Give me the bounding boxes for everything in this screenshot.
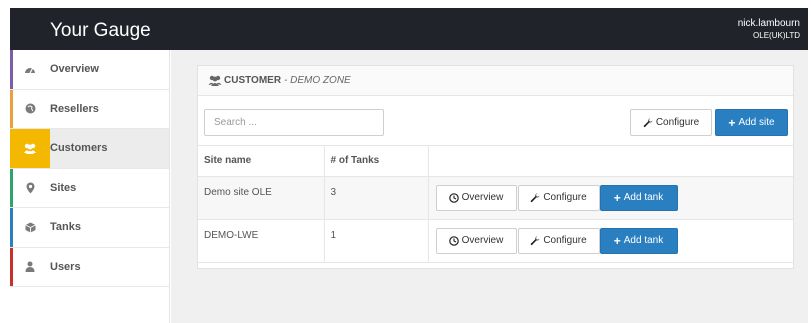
panel-toolbar: Configure + Add site xyxy=(198,96,793,146)
configure-label: Configure xyxy=(543,235,587,246)
sites-table: Site name # of Tanks Demo site OLE 3 Ove… xyxy=(198,146,793,263)
table-row: DEMO-LWE 1 Overview Configure + Add tank xyxy=(198,219,793,263)
plus-icon: + xyxy=(613,233,621,248)
add-tank-button[interactable]: + Add tank xyxy=(599,227,678,254)
sidebar-item-users[interactable]: Users xyxy=(10,247,169,287)
app-title[interactable]: Your Gauge xyxy=(50,20,151,42)
top-bar: Your Gauge nick.lambourn OLE(UK)LTD xyxy=(10,8,808,50)
configure-button[interactable]: Configure xyxy=(517,184,600,211)
configure-label: Configure xyxy=(655,117,700,128)
configure-button[interactable]: Configure xyxy=(630,109,712,136)
table-row: Demo site OLE 3 Overview Configure + Add… xyxy=(198,176,793,220)
column-header: Site name xyxy=(198,146,325,177)
app-window: Your Gauge nick.lambourn OLE(UK)LTD Over… xyxy=(0,0,811,323)
user-icon xyxy=(10,261,50,273)
column-header xyxy=(428,146,793,177)
wrench-icon xyxy=(530,192,540,203)
configure-label: Configure xyxy=(543,192,587,203)
column-header: # of Tanks xyxy=(324,146,429,177)
row-actions: Overview Configure + Add tank xyxy=(428,219,793,263)
cube-icon xyxy=(10,222,50,233)
tank-count-cell: 3 xyxy=(324,176,429,220)
user-name[interactable]: nick.lambourn xyxy=(738,18,800,30)
plus-icon: + xyxy=(728,115,736,130)
sidebar-item-customers[interactable]: Customers xyxy=(10,129,169,169)
sidebar-accent-bar xyxy=(10,129,13,168)
map-marker-icon xyxy=(10,182,50,194)
sidebar-accent-bar xyxy=(10,168,13,207)
main-content: CUSTOMER - DEMO ZONE Configure + Add sit… xyxy=(171,50,808,323)
users-icon xyxy=(10,129,50,168)
sidebar-item-label: Tanks xyxy=(50,221,81,234)
sidebar-accent-bar xyxy=(10,247,13,286)
search-input[interactable] xyxy=(204,109,384,136)
configure-button[interactable]: Configure xyxy=(517,227,600,254)
users-icon xyxy=(208,75,222,86)
row-actions: Overview Configure + Add tank xyxy=(428,176,793,220)
table-header-row: Site name # of Tanks xyxy=(198,146,793,177)
panel-subtitle: - DEMO ZONE xyxy=(284,75,351,86)
sidebar-item-overview[interactable]: Overview xyxy=(10,50,169,90)
site-name-cell: DEMO-LWE xyxy=(198,219,325,263)
sidebar-accent-bar xyxy=(10,50,13,89)
globe-icon xyxy=(10,103,50,114)
sidebar-item-resellers[interactable]: Resellers xyxy=(10,89,169,129)
site-name-cell: Demo site OLE xyxy=(198,176,325,220)
sidebar-item-label: Customers xyxy=(50,142,108,155)
overview-label: Overview xyxy=(461,235,504,246)
sidebar-accent-bar xyxy=(10,89,13,128)
sidebar-item-label: Sites xyxy=(50,181,77,194)
clock-icon xyxy=(448,235,459,246)
add-site-button[interactable]: + Add site xyxy=(715,109,788,136)
sidebar-accent-bar xyxy=(10,208,13,247)
dashboard-icon xyxy=(10,64,50,74)
sidebar-item-tanks[interactable]: Tanks xyxy=(10,208,169,248)
wrench-icon xyxy=(530,235,540,246)
clock-icon xyxy=(448,192,459,203)
add-tank-label: Add tank xyxy=(623,192,664,203)
sidebar-item-label: Users xyxy=(50,260,81,273)
plus-icon: + xyxy=(613,190,621,205)
customer-panel: CUSTOMER - DEMO ZONE Configure + Add sit… xyxy=(197,65,794,269)
add-site-label: Add site xyxy=(738,117,775,128)
sidebar-item-label: Resellers xyxy=(50,102,99,115)
wrench-icon xyxy=(643,117,653,128)
overview-label: Overview xyxy=(461,192,504,203)
overview-button[interactable]: Overview xyxy=(435,227,517,254)
panel-title: CUSTOMER xyxy=(224,75,282,86)
add-tank-label: Add tank xyxy=(623,235,664,246)
panel-header: CUSTOMER - DEMO ZONE xyxy=(198,66,793,96)
sidebar: Overview Resellers Customers Sites Tanks… xyxy=(10,50,170,323)
add-tank-button[interactable]: + Add tank xyxy=(599,184,678,211)
user-organization: OLE(UK)LTD xyxy=(753,31,800,40)
sidebar-item-label: Overview xyxy=(50,63,99,76)
tank-count-cell: 1 xyxy=(324,219,429,263)
overview-button[interactable]: Overview xyxy=(435,184,517,211)
sidebar-item-sites[interactable]: Sites xyxy=(10,168,169,208)
